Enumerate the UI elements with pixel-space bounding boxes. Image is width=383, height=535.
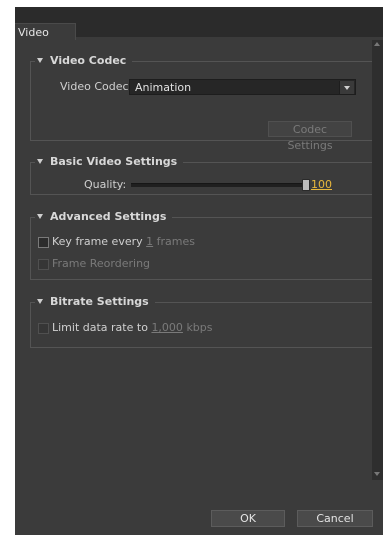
- limit-data-rate-text: Limit data rate to: [52, 321, 148, 334]
- quality-label: Quality:: [84, 178, 127, 191]
- bitrate-header[interactable]: Bitrate Settings: [35, 295, 155, 309]
- limit-data-rate-label: Limit data rate to 1,000 kbps: [52, 321, 213, 335]
- video-export-dialog: Video Video Codec Video Codec: Animation…: [15, 7, 383, 535]
- video-codec-header[interactable]: Video Codec: [35, 54, 133, 68]
- basic-video-header[interactable]: Basic Video Settings: [35, 155, 184, 169]
- ok-button[interactable]: OK: [211, 510, 285, 527]
- settings-panel: Video Codec Video Codec: Animation Codec…: [15, 40, 375, 480]
- chevron-down-icon: [344, 86, 350, 90]
- key-frame-label: Key frame every 1 frames: [52, 235, 195, 249]
- quality-slider[interactable]: [131, 183, 306, 187]
- limit-data-rate-value[interactable]: 1,000: [151, 321, 183, 334]
- video-codec-title: Video Codec: [50, 54, 127, 67]
- key-frame-checkbox[interactable]: [38, 237, 49, 248]
- bitrate-title: Bitrate Settings: [50, 295, 149, 308]
- key-frame-value[interactable]: 1: [146, 235, 153, 248]
- dropdown-box: [339, 81, 354, 94]
- advanced-section: Advanced Settings Key frame every 1 fram…: [30, 210, 375, 280]
- basic-video-title: Basic Video Settings: [50, 155, 178, 168]
- video-codec-section: Video Codec Video Codec: Animation Codec…: [30, 54, 375, 152]
- bitrate-section: Bitrate Settings Limit data rate to 1,00…: [30, 295, 375, 348]
- key-frame-text: Key frame every: [52, 235, 143, 248]
- vertical-scrollbar[interactable]: [372, 40, 383, 480]
- collapse-triangle-icon: [37, 299, 43, 304]
- tab-strip: Video: [15, 7, 383, 41]
- cancel-button[interactable]: Cancel: [297, 510, 373, 527]
- video-codec-value: Animation: [135, 81, 192, 94]
- tab-video[interactable]: Video: [15, 23, 76, 41]
- frame-reordering-label: Frame Reordering: [52, 257, 151, 270]
- scroll-down-arrow-icon[interactable]: [374, 472, 380, 476]
- quality-value[interactable]: 100: [311, 178, 332, 192]
- video-codec-select[interactable]: Animation: [129, 79, 356, 95]
- collapse-triangle-icon: [37, 214, 43, 219]
- codec-settings-button[interactable]: Codec Settings: [268, 121, 352, 152]
- advanced-title: Advanced Settings: [50, 210, 167, 223]
- advanced-header[interactable]: Advanced Settings: [35, 210, 173, 224]
- collapse-triangle-icon: [37, 159, 43, 164]
- frame-reordering-checkbox[interactable]: [38, 259, 49, 270]
- scroll-up-arrow-icon[interactable]: [374, 42, 380, 46]
- quality-slider-thumb[interactable]: [302, 179, 310, 191]
- video-codec-label: Video Codec:: [60, 80, 133, 93]
- basic-video-section: Basic Video Settings Quality: 100: [30, 155, 375, 195]
- collapse-triangle-icon: [37, 58, 43, 63]
- limit-data-rate-checkbox[interactable]: [38, 323, 49, 334]
- limit-data-rate-unit: kbps: [186, 321, 213, 334]
- dialog-footer: OK Cancel: [15, 480, 383, 535]
- key-frame-unit: frames: [156, 235, 195, 248]
